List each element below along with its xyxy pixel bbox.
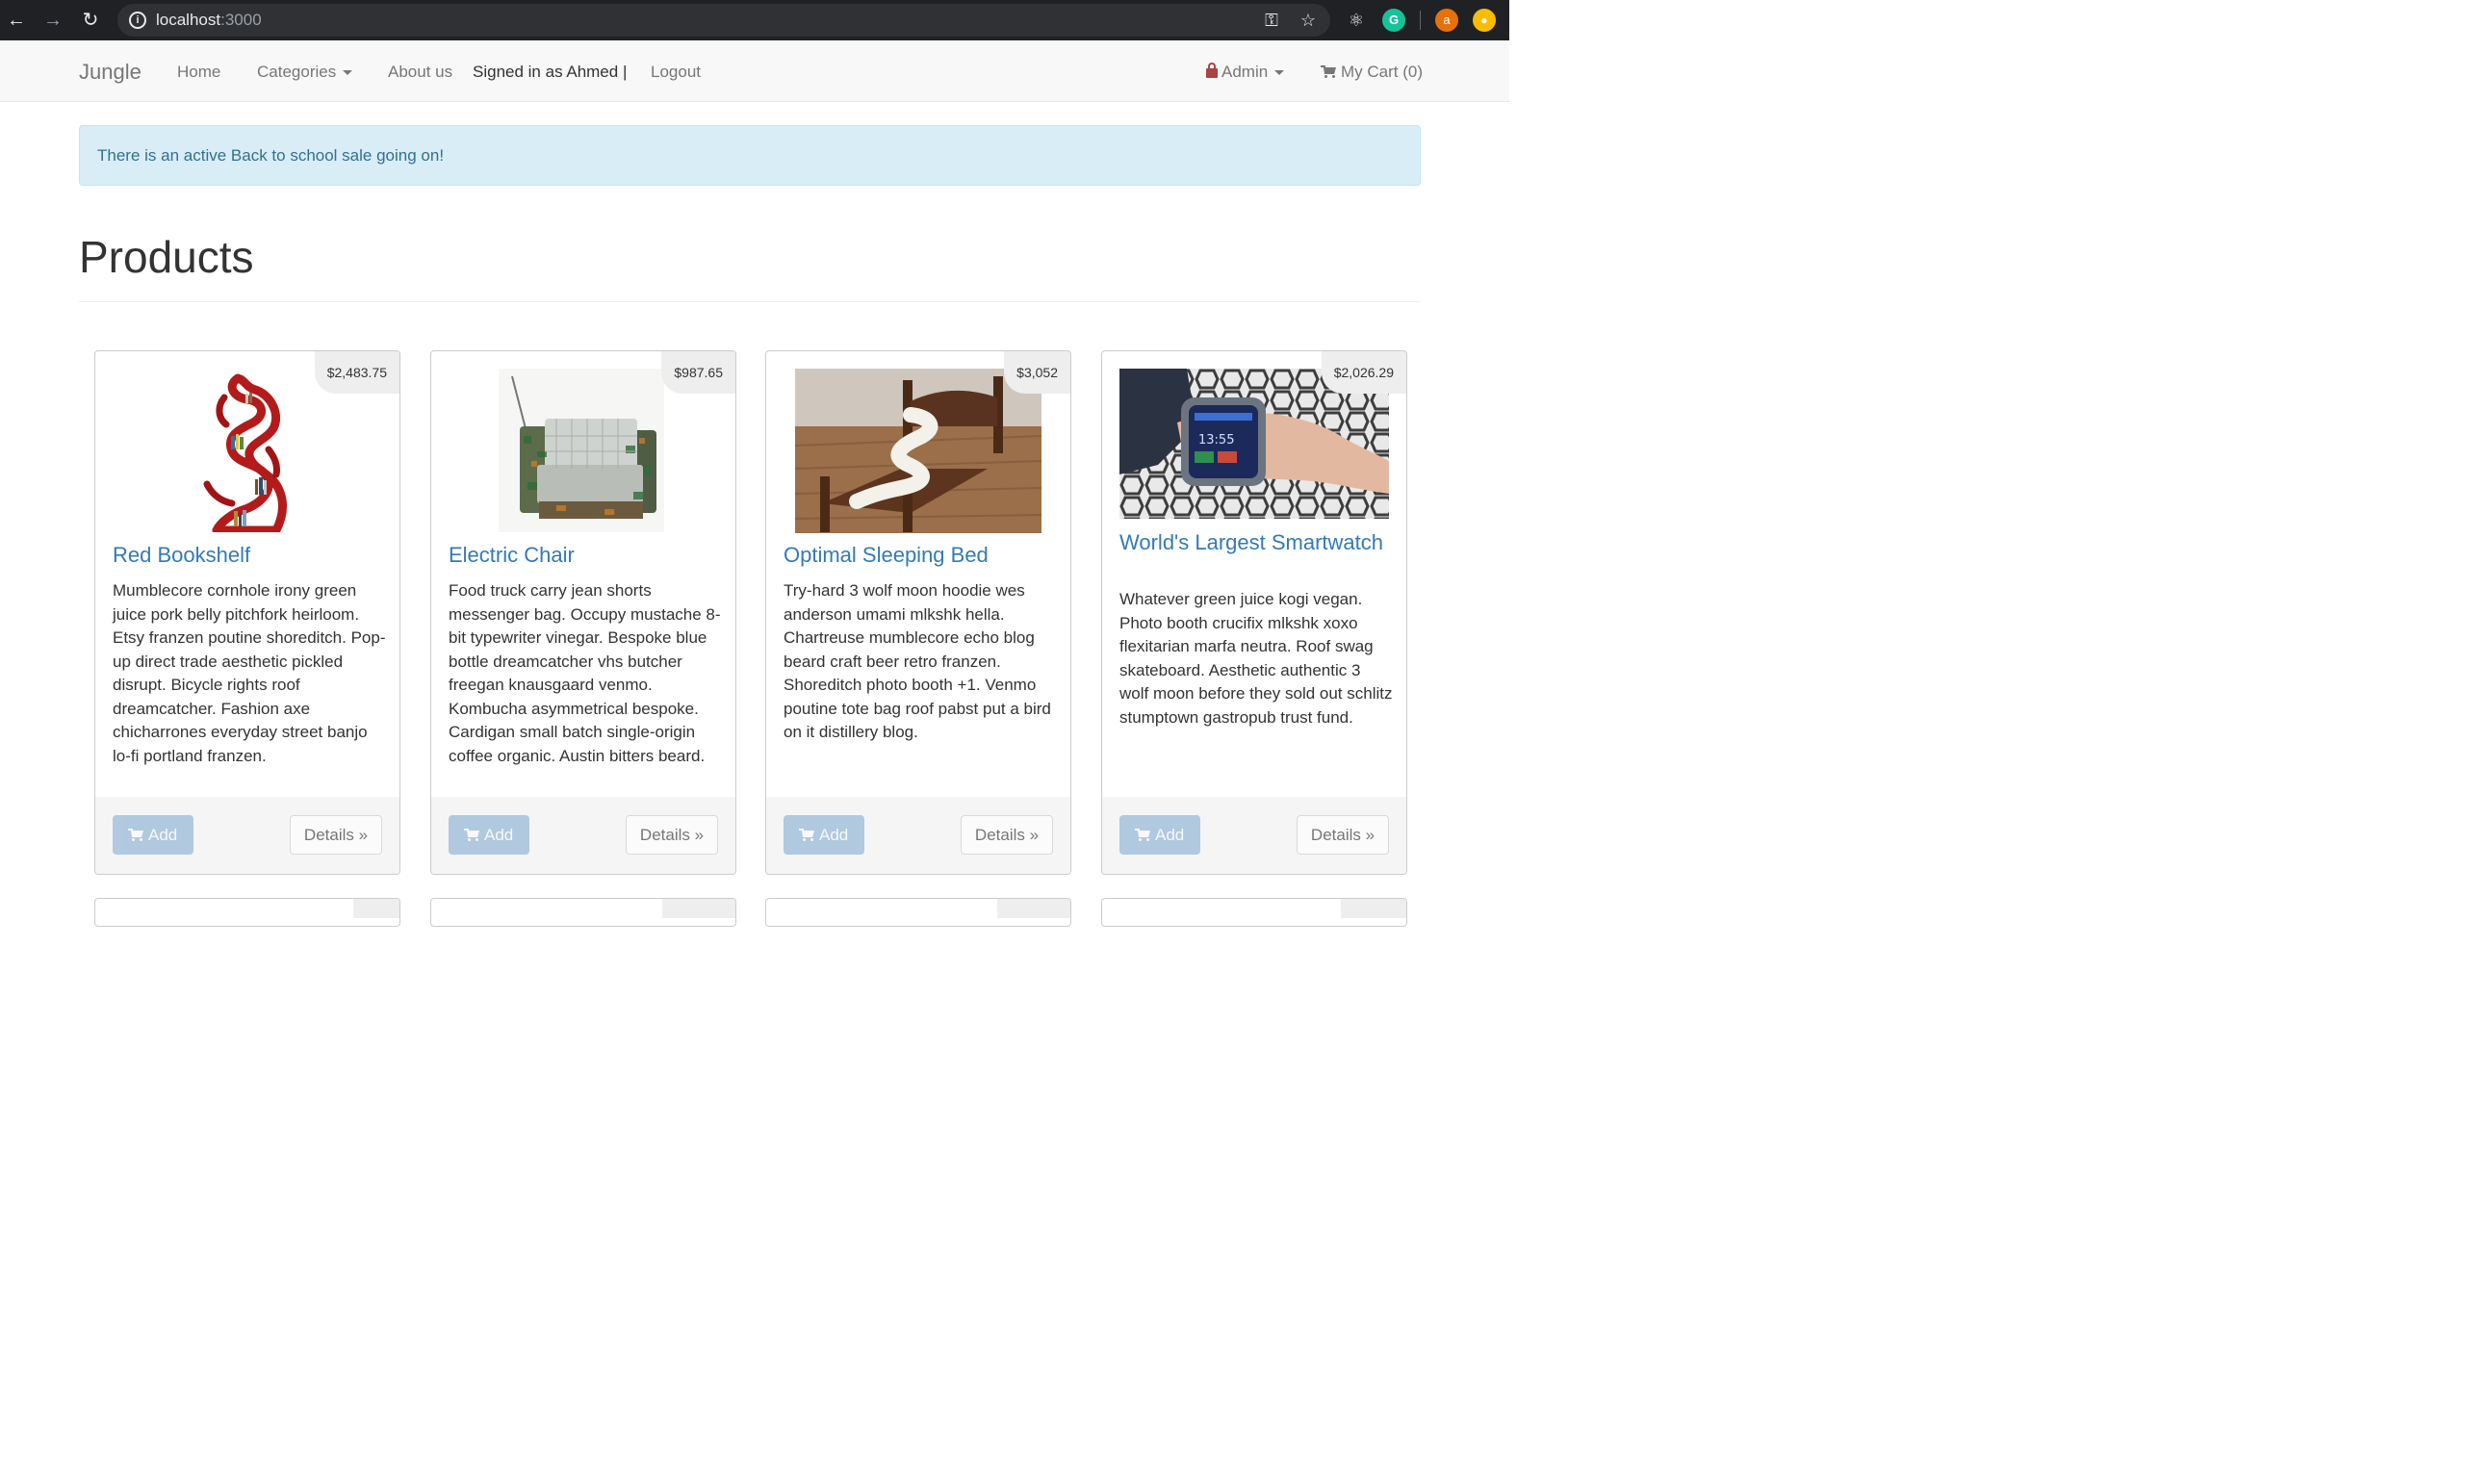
sale-alert: There is an active Back to school sale g… <box>79 125 1421 186</box>
details-button[interactable]: Details » <box>626 815 718 855</box>
price-tag: $2,026.29 <box>1321 351 1406 394</box>
lock-icon <box>1206 63 1218 78</box>
product-card-partial <box>1101 898 1407 927</box>
extension-icon[interactable]: ● <box>1473 9 1496 32</box>
product-card-partial <box>765 898 1071 927</box>
product-name[interactable]: Optimal Sleeping Bed <box>784 544 1055 567</box>
profile-avatar-icon[interactable]: a <box>1435 9 1458 32</box>
caret-down-icon <box>1274 70 1285 76</box>
back-arrow-icon[interactable]: ← <box>4 8 29 33</box>
card-footer: Add Details » <box>431 797 735 874</box>
add-label: Add <box>819 826 849 844</box>
toolbar-divider <box>1420 11 1421 30</box>
price-tag: $2,483.75 <box>314 351 399 394</box>
product-name[interactable]: Red Bookshelf <box>113 544 384 567</box>
cart-icon <box>1321 65 1336 78</box>
page-title: Products <box>79 232 254 282</box>
cart-icon <box>464 829 479 841</box>
product-card: $2,483.75 Red Bookshelf Mumblecore cornh… <box>94 350 400 875</box>
product-image[interactable] <box>178 369 315 535</box>
cart-icon <box>1135 829 1150 841</box>
caret-down-icon <box>343 70 353 76</box>
add-to-cart-button[interactable]: Add <box>113 815 193 855</box>
top-navbar: Jungle Home Categories About us Signed i… <box>0 40 1509 102</box>
nav-admin-label: Admin <box>1221 63 1269 81</box>
title-divider <box>79 301 1421 302</box>
add-to-cart-button[interactable]: Add <box>449 815 529 855</box>
details-button[interactable]: Details » <box>290 815 382 855</box>
product-description: Food truck carry jean shorts messenger b… <box>449 581 721 765</box>
product-description: Try-hard 3 wolf moon hoodie wes anderson… <box>784 581 1051 741</box>
address-bar[interactable]: i localhost:3000 ⚿ ☆ <box>117 4 1330 37</box>
product-image[interactable] <box>499 369 664 532</box>
price-tag: $3,052 <box>1004 351 1070 394</box>
add-to-cart-button[interactable]: Add <box>1119 815 1200 855</box>
add-label: Add <box>1155 826 1185 844</box>
product-description: Mumblecore cornhole irony green juice po… <box>113 581 386 765</box>
reload-icon[interactable]: ↻ <box>78 8 103 33</box>
nav-about[interactable]: About us <box>388 63 452 82</box>
nav-cart-label: My Cart (0) <box>1341 63 1423 81</box>
nav-admin-dropdown[interactable]: Admin <box>1206 63 1285 82</box>
grammarly-icon[interactable]: G <box>1382 9 1405 32</box>
nav-categories-dropdown[interactable]: Categories <box>257 63 353 82</box>
product-card: $987.65 Electric Chair Food truck carry … <box>430 350 736 875</box>
nav-categories-label: Categories <box>257 63 337 81</box>
react-icon[interactable]: ⚛ <box>1345 9 1368 32</box>
nav-logout[interactable]: Logout <box>651 63 701 82</box>
product-description: Whatever green juice kogi vegan. Photo b… <box>1119 590 1393 727</box>
info-icon[interactable]: i <box>129 12 146 29</box>
product-image[interactable] <box>794 369 1042 533</box>
add-label: Add <box>148 826 178 844</box>
star-icon[interactable]: ☆ <box>1298 10 1319 31</box>
card-footer: Add Details » <box>766 797 1070 874</box>
product-card: 13:55 $2,026.29 World's Largest Smartwat… <box>1101 350 1407 875</box>
card-footer: Add Details » <box>1102 797 1406 874</box>
signed-in-text: Signed in as Ahmed | <box>473 63 628 81</box>
product-name[interactable]: Electric Chair <box>449 544 720 567</box>
card-footer: Add Details » <box>95 797 399 874</box>
key-icon[interactable]: ⚿ <box>1261 10 1282 31</box>
product-name[interactable]: World's Largest Smartwatch <box>1119 531 1391 554</box>
browser-toolbar: ← → ↻ i localhost:3000 ⚿ ☆ ⚛ G a ● <box>0 0 1509 40</box>
product-card: $3,052 Optimal Sleeping Bed Try-hard 3 w… <box>765 350 1071 875</box>
details-button[interactable]: Details » <box>1297 815 1389 855</box>
nav-cart[interactable]: My Cart (0) <box>1321 63 1423 82</box>
add-to-cart-button[interactable]: Add <box>784 815 864 855</box>
cart-icon <box>128 829 143 841</box>
details-button[interactable]: Details » <box>961 815 1053 855</box>
watch-time-text: 13:55 <box>1198 433 1234 448</box>
product-card-partial <box>94 898 400 927</box>
url-text[interactable]: localhost:3000 <box>156 11 262 30</box>
forward-arrow-icon[interactable]: → <box>40 8 65 33</box>
brand-link[interactable]: Jungle <box>79 60 141 85</box>
product-card-partial <box>430 898 736 927</box>
nav-home[interactable]: Home <box>177 63 220 82</box>
price-tag: $987.65 <box>661 351 735 394</box>
add-label: Add <box>484 826 514 844</box>
cart-icon <box>799 829 814 841</box>
